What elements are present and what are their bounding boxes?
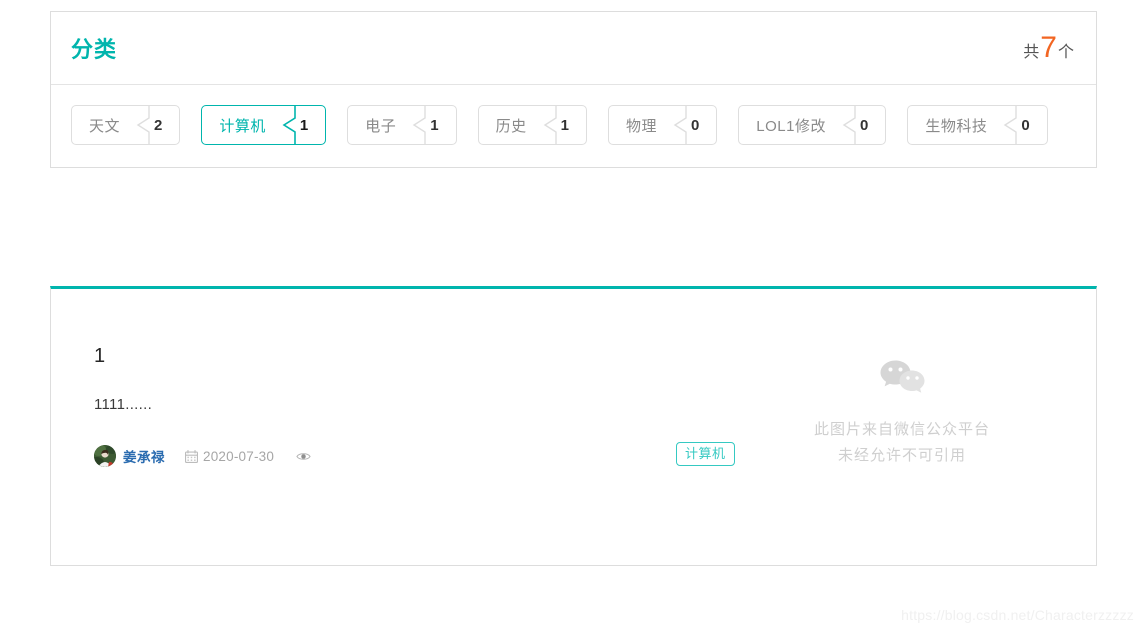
article-main-column: 1 1111...... 姜承禄 2020-07-30 xyxy=(94,344,676,565)
category-tag-count: 0 xyxy=(1021,116,1030,134)
article-thumbnail-placeholder: 此图片来自微信公众平台 未经允许不可引用 xyxy=(782,359,1022,469)
category-panel: 分类 共 7 个 天文 2 计算机 1 电子 1 历史 1 物理 0 LOL1修… xyxy=(50,11,1097,168)
category-tag-jisuanji[interactable]: 计算机 1 xyxy=(201,105,327,145)
thumbnail-line-1: 此图片来自微信公众平台 xyxy=(813,421,990,438)
article-date: 2020-07-30 xyxy=(203,448,275,464)
category-tag-lol1xiugai[interactable]: LOL1修改 0 xyxy=(738,105,887,145)
article-category-tag[interactable]: 计算机 xyxy=(676,442,735,466)
category-tag-wuli[interactable]: 物理 0 xyxy=(607,105,718,145)
chevron-left-icon xyxy=(282,106,296,144)
category-total-count: 共 7 个 xyxy=(1023,33,1074,63)
category-panel-header: 分类 共 7 个 xyxy=(51,12,1096,85)
count-prefix-label: 共 xyxy=(1023,44,1040,61)
category-tag-label: 生物科技 xyxy=(925,117,988,135)
category-tag-count: 0 xyxy=(690,116,700,134)
count-value: 7 xyxy=(1040,31,1057,64)
category-tag-label: 计算机 xyxy=(219,117,266,135)
category-tag-count: 0 xyxy=(860,116,869,134)
article-meta-row: 姜承禄 2020-07-30 xyxy=(94,445,676,467)
page-root: 分类 共 7 个 天文 2 计算机 1 电子 1 历史 1 物理 0 LOL1修… xyxy=(0,0,1141,629)
category-tag-lishi[interactable]: 历史 1 xyxy=(477,105,587,145)
category-tag-list: 天文 2 计算机 1 电子 1 历史 1 物理 0 LOL1修改 0 生物科技 … xyxy=(51,85,1096,167)
category-tag-shengwukeji[interactable]: 生物科技 0 xyxy=(907,105,1048,145)
chevron-left-icon xyxy=(136,106,150,144)
thumbnail-line-2: 未经允许不可引用 xyxy=(837,447,966,464)
category-tag-label: 电子 xyxy=(365,117,397,135)
chevron-left-icon xyxy=(543,106,557,144)
article-card-inner: 1 1111...... 姜承禄 2020-07-30 计算机 此图片来自微信公… xyxy=(51,289,1096,565)
category-tag-label: 天文 xyxy=(89,117,121,135)
category-tag-label: LOL1修改 xyxy=(756,117,826,135)
page-title: 分类 xyxy=(71,37,118,62)
article-author[interactable]: 姜承禄 xyxy=(123,446,165,466)
category-tag-count: 2 xyxy=(154,116,163,134)
watermark: https://blog.csdn.net/Characterzzzzz xyxy=(901,607,1134,623)
category-tag-tianwen[interactable]: 天文 2 xyxy=(71,105,181,145)
category-tag-dianzi[interactable]: 电子 1 xyxy=(347,105,457,145)
category-tag-label: 历史 xyxy=(495,117,527,135)
count-suffix-label: 个 xyxy=(1057,44,1074,61)
category-tag-count: 1 xyxy=(299,116,309,134)
chevron-left-icon xyxy=(842,106,856,144)
category-tag-label: 物理 xyxy=(625,117,657,135)
eye-icon xyxy=(296,451,311,462)
article-card: 1 1111...... 姜承禄 2020-07-30 计算机 此图片来自微信公… xyxy=(50,286,1097,566)
category-tag-count: 1 xyxy=(430,116,439,134)
wechat-icon xyxy=(879,359,925,395)
chevron-left-icon xyxy=(673,106,687,144)
avatar[interactable] xyxy=(94,445,116,467)
calendar-icon xyxy=(185,449,198,463)
chevron-left-icon xyxy=(412,106,426,144)
chevron-left-icon xyxy=(1003,106,1018,144)
category-tag-count: 1 xyxy=(560,116,569,134)
article-title[interactable]: 1 xyxy=(94,344,676,368)
article-excerpt: 1111...... xyxy=(94,396,153,413)
article-side-column: 计算机 此图片来自微信公众平台 未经允许不可引用 xyxy=(676,344,1056,565)
